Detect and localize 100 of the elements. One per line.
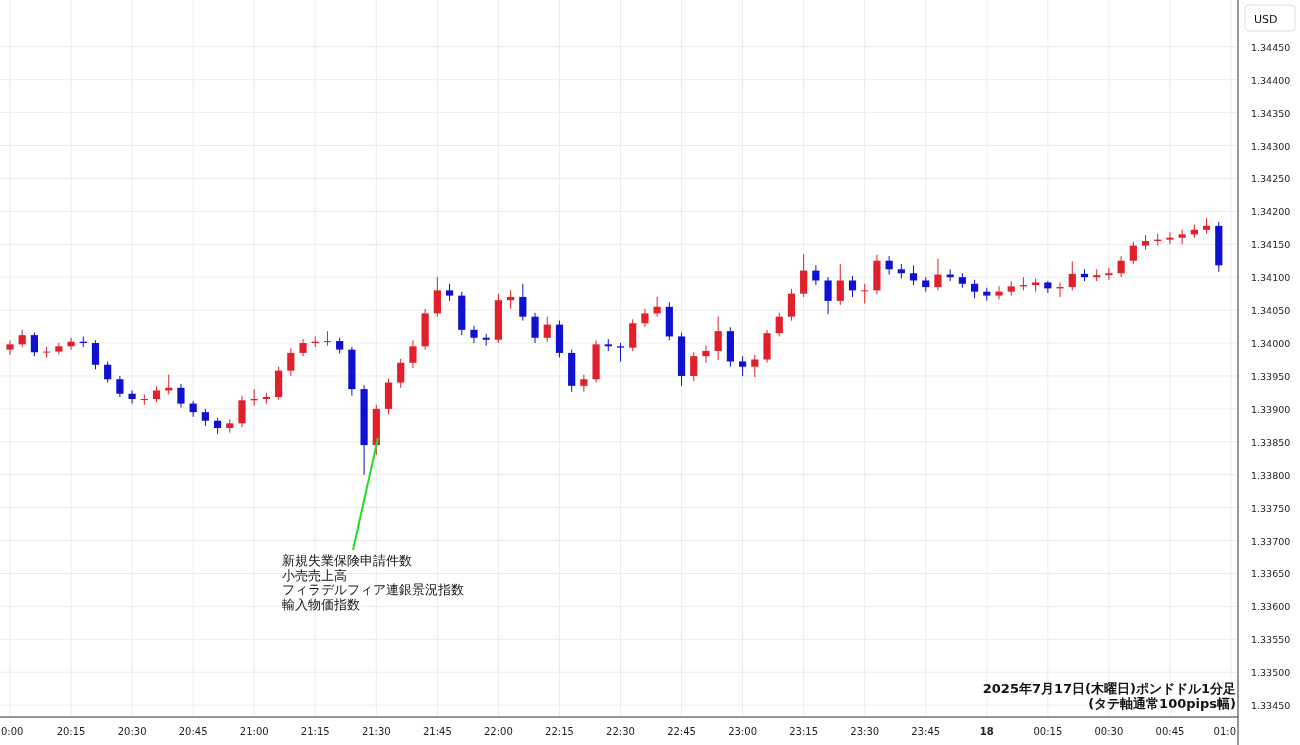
candlestick	[189, 400, 197, 418]
candlestick	[873, 254, 881, 295]
candlestick	[6, 339, 14, 356]
candlestick	[397, 358, 405, 389]
price-label: 1.34250	[1251, 173, 1291, 185]
candlestick	[311, 335, 319, 348]
candlestick	[433, 276, 441, 318]
price-label: 1.34000	[1251, 338, 1291, 350]
candlestick	[201, 408, 209, 427]
candlestick	[91, 339, 100, 370]
candlestick	[116, 375, 124, 398]
price-label: 1.34100	[1251, 272, 1291, 284]
candlestick	[1178, 229, 1186, 245]
time-label: 21:15	[300, 726, 330, 737]
candlestick	[861, 283, 869, 304]
candlestick	[665, 301, 673, 341]
candlestick	[787, 288, 796, 322]
price-label: 1.33950	[1251, 370, 1291, 382]
candlestick	[995, 285, 1003, 301]
candlestick	[885, 255, 893, 276]
candlestick	[1141, 234, 1150, 251]
candlestick	[494, 293, 502, 344]
candlestick	[1032, 278, 1040, 293]
candlestick	[592, 339, 600, 384]
candlestick	[482, 333, 490, 347]
price-label: 1.33600	[1251, 601, 1291, 613]
price-label: 1.34050	[1251, 305, 1291, 317]
candlestick	[1056, 281, 1064, 298]
candlestick	[653, 296, 661, 318]
candlestick	[909, 264, 918, 286]
candlestick	[739, 355, 747, 377]
candlestick	[922, 276, 930, 293]
candlestick	[1154, 233, 1162, 247]
price-label: 1.34300	[1251, 140, 1291, 152]
candlestick	[763, 329, 771, 364]
candlestick	[531, 312, 539, 344]
candlestick	[213, 417, 222, 435]
candlestick	[1019, 276, 1028, 291]
price-label: 1.34200	[1251, 206, 1291, 218]
price-label: 1.33450	[1251, 700, 1291, 712]
candlestick	[507, 289, 515, 310]
candlestick	[67, 337, 75, 351]
candlestick	[616, 342, 625, 362]
price-label: 1.33900	[1251, 403, 1291, 415]
time-label: 22:00	[484, 726, 513, 737]
time-label: 20:30	[117, 726, 147, 737]
candlestick	[836, 263, 844, 306]
time-label: 21:30	[361, 726, 391, 737]
price-label: 1.34150	[1251, 239, 1291, 251]
candlestick	[580, 374, 588, 393]
time-label: 22:45	[667, 726, 696, 737]
price-label: 1.34400	[1251, 74, 1291, 86]
time-label: 0:00	[1, 726, 24, 737]
candlestick	[775, 312, 783, 337]
candlestick	[604, 338, 612, 352]
price-label: 1.34450	[1251, 41, 1291, 53]
candlestick	[262, 392, 270, 405]
candlestick	[409, 339, 417, 369]
time-label: 21:45	[422, 726, 452, 737]
candlestick	[250, 388, 258, 407]
candlestick	[1093, 268, 1101, 282]
candlestick	[18, 329, 26, 348]
candlestick	[323, 330, 332, 347]
candlestick	[1080, 268, 1089, 282]
candlestick	[275, 366, 283, 401]
candlestick	[848, 275, 857, 298]
candlestick	[555, 320, 564, 358]
price-label: 1.33550	[1251, 634, 1291, 646]
candlestick	[677, 332, 686, 387]
candlestick	[1129, 241, 1137, 265]
time-label: 22:15	[545, 726, 574, 737]
candlestick	[983, 287, 991, 302]
candlestick	[543, 316, 551, 343]
candlestick	[299, 338, 307, 357]
candlestick	[714, 316, 722, 361]
candlestick	[812, 264, 820, 286]
candlestick	[104, 360, 112, 384]
time-label: 23:15	[789, 726, 819, 737]
price-label: 1.34350	[1251, 107, 1291, 119]
time-label: 00:30	[1094, 726, 1124, 737]
candlestick	[226, 418, 234, 434]
candlestick	[1068, 260, 1076, 291]
time-label: 18	[979, 726, 994, 737]
candlestick	[384, 378, 393, 415]
currency-label: USD	[1244, 4, 1296, 32]
candlestick	[43, 346, 51, 358]
event-label: フィラデルフィア連銀景況指数	[282, 582, 464, 597]
candlestick	[568, 349, 576, 393]
time-label: 20:15	[56, 726, 86, 737]
time-label: 23:30	[850, 726, 880, 737]
candlestick	[1117, 255, 1125, 278]
candlestick	[1105, 267, 1113, 281]
price-label: 1.33750	[1251, 502, 1291, 514]
price-label: 1.33650	[1251, 568, 1291, 580]
time-label: 20:45	[178, 726, 208, 737]
chart-caption: (タテ軸通常100pips幅)	[1088, 696, 1236, 711]
candlestick	[726, 326, 734, 368]
candlestick	[287, 347, 295, 377]
chart-caption: 2025年7月17日(木曜日)ポンドドル1分足	[982, 681, 1236, 696]
candlestick	[1007, 280, 1015, 297]
